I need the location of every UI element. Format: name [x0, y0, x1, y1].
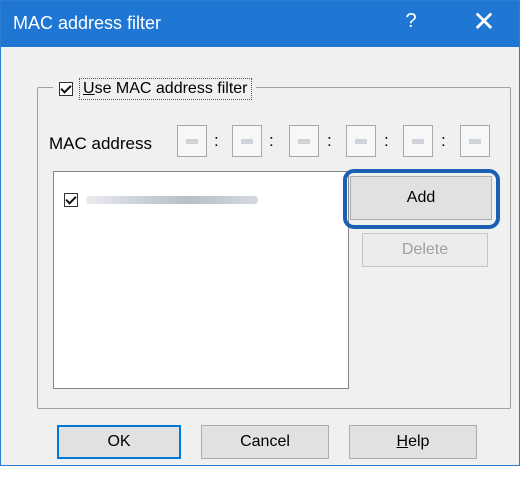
help-icon[interactable]: ?: [401, 10, 421, 33]
checkbox-icon[interactable]: [64, 193, 78, 207]
cancel-button[interactable]: Cancel: [201, 425, 329, 459]
octet-separator: :: [441, 131, 446, 150]
mac-address-label: MAC address: [49, 134, 152, 153]
mac-address-filter-dialog: MAC address filter ? ✕ Use MAC address f…: [0, 0, 520, 466]
octet-separator: :: [214, 131, 219, 150]
mac-octet-5-input[interactable]: [403, 125, 433, 157]
use-mac-filter-text: se MAC address filter: [94, 80, 248, 97]
mac-octet-2-input[interactable]: [232, 125, 262, 157]
mac-octet-4-input[interactable]: [346, 125, 376, 157]
checkbox-icon[interactable]: [59, 82, 73, 96]
window-title: MAC address filter: [13, 13, 162, 33]
add-button-highlight: [343, 169, 500, 229]
help-button[interactable]: Help: [349, 425, 477, 459]
mac-octet-3-input[interactable]: [289, 125, 319, 157]
mac-address-list[interactable]: [53, 171, 349, 389]
help-label-rest: elp: [408, 433, 430, 450]
list-item[interactable]: [64, 193, 258, 207]
help-mnemonic: H: [396, 433, 409, 450]
mac-octet-6-input[interactable]: [460, 125, 490, 157]
octet-separator: :: [384, 131, 389, 150]
delete-button[interactable]: Delete: [362, 233, 488, 267]
use-mac-filter-label: Use MAC address filter: [79, 78, 252, 100]
title-bar: MAC address filter ? ✕: [1, 1, 519, 47]
octet-separator: :: [269, 131, 274, 150]
octet-separator: :: [327, 131, 332, 150]
mac-octet-1-input[interactable]: [177, 125, 207, 157]
use-mac-filter-checkbox[interactable]: Use MAC address filter: [53, 76, 256, 102]
close-icon[interactable]: ✕: [467, 5, 501, 39]
redacted-mac-value: [86, 196, 258, 204]
ok-button[interactable]: OK: [57, 425, 181, 459]
